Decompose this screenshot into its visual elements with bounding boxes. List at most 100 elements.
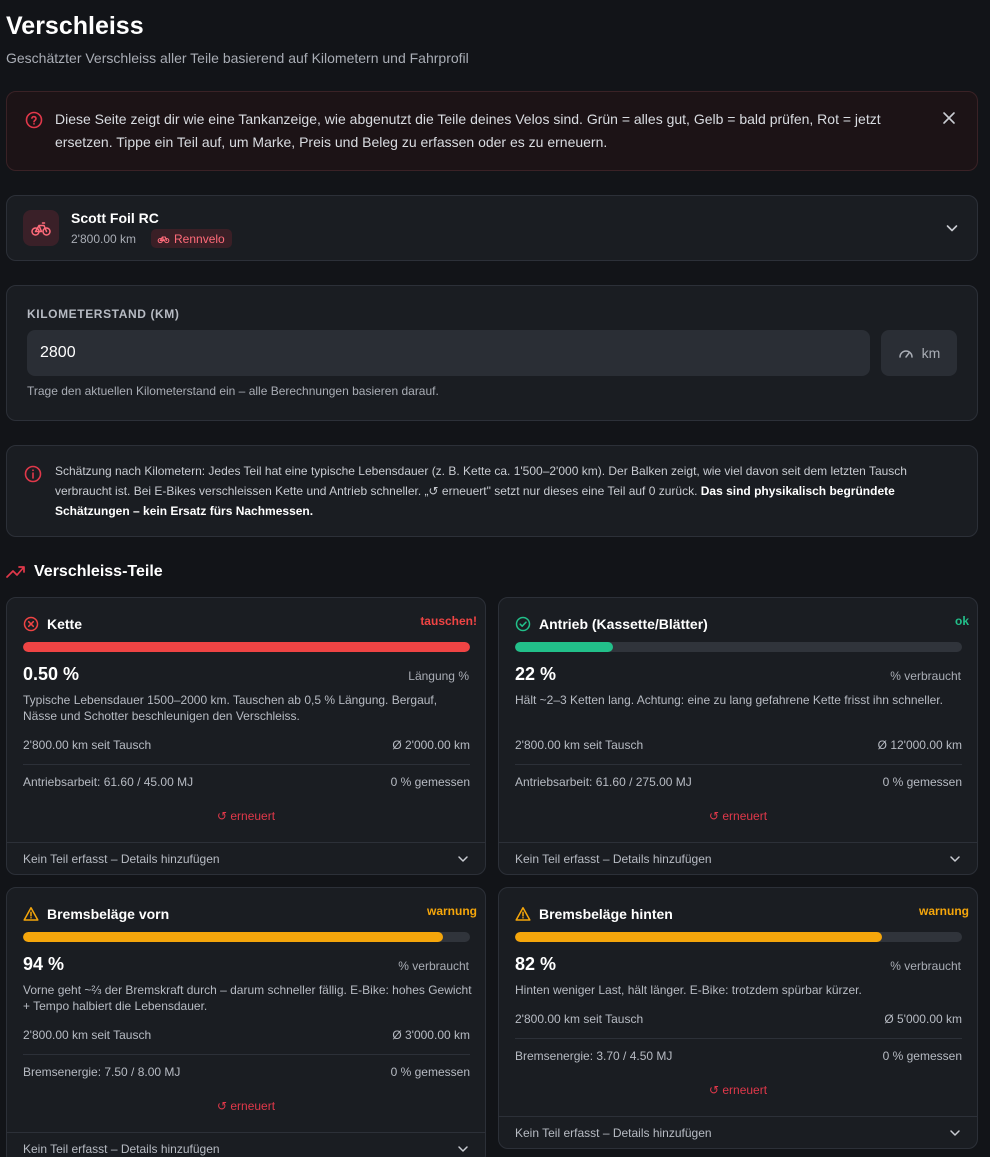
wear-unit: % verbraucht	[890, 669, 961, 683]
wear-bar-fill	[515, 932, 882, 942]
bike-avatar	[23, 210, 59, 246]
chevron-down-icon	[458, 1146, 468, 1152]
average-lifetime: Ø 2'000.00 km	[392, 738, 470, 752]
help-text: Diese Seite zeigt dir wie eine Tankanzei…	[55, 111, 881, 150]
odometer-card: KILOMETERSTAND (KM) km Trage den aktuell…	[6, 285, 978, 421]
km-since-row: 2'800.00 km seit Tausch Ø 12'000.00 km	[515, 738, 962, 752]
section-title-label: Verschleiss-Teile	[34, 563, 163, 580]
part-description: Typische Lebensdauer 1500–2000 km. Tausc…	[23, 693, 438, 723]
help-circle-icon	[25, 111, 43, 129]
part-card[interactable]: Bremsbeläge hinten warnung 82 % % verbrauch…	[498, 887, 978, 1149]
part-name: Bremsbeläge vorn	[47, 906, 170, 922]
wear-unit: % verbraucht	[890, 959, 961, 973]
wear-value: 82 %	[515, 954, 557, 974]
divider	[515, 764, 962, 765]
part-details-label: Kein Teil erfasst – Details hinzufügen	[515, 1126, 712, 1140]
part-name: Bremsbeläge hinten	[539, 906, 673, 922]
wear-unit: % verbraucht	[398, 959, 469, 973]
odometer-input[interactable]	[27, 330, 870, 376]
energy-row: Bremsenergie: 7.50 / 8.00 MJ 0 % gemessen	[23, 1065, 470, 1079]
x-circle-icon	[23, 616, 39, 632]
km-since-row: 2'800.00 km seit Tausch Ø 2'000.00 km	[23, 738, 470, 752]
status-badge: ok	[954, 614, 969, 628]
bicycle-icon	[31, 222, 51, 236]
wear-bar-fill	[515, 642, 614, 652]
trending-up-icon	[6, 566, 25, 578]
renew-button[interactable]: ↺ erneuert	[709, 1083, 767, 1097]
km-since-replacement: 2'800.00 km seit Tausch	[23, 738, 152, 752]
warning-triangle-icon	[515, 907, 531, 921]
wear-bar	[515, 642, 962, 652]
wear-value: 94 %	[23, 954, 65, 974]
odometer-unit-button[interactable]: km	[881, 330, 957, 376]
average-lifetime: Ø 3'000.00 km	[392, 1028, 470, 1042]
renew-label: erneuert	[230, 809, 276, 823]
wear-bar	[515, 932, 962, 942]
close-icon[interactable]	[941, 110, 957, 126]
renew-button[interactable]: ↺ erneuert	[217, 1099, 275, 1113]
wear-bar	[23, 642, 470, 652]
page-title: Verschleiss	[6, 12, 144, 40]
chevron-down-icon	[946, 225, 958, 232]
wear-bar-fill	[23, 932, 444, 942]
energy-value: Antriebsarbeit: 61.60 / 45.00 MJ	[23, 775, 194, 789]
part-details-toggle[interactable]: Kein Teil erfasst – Details hinzufügen	[499, 1116, 977, 1148]
renew-row: ↺ erneuert	[7, 1099, 485, 1113]
energy-value: Bremsenergie: 3.70 / 4.50 MJ	[515, 1049, 673, 1063]
part-description: Hinten weniger Last, hält länger. E-Bike…	[515, 983, 862, 997]
wear-bar-fill	[23, 642, 470, 652]
wear-unit: Längung %	[408, 669, 469, 683]
status-badge: warnung	[919, 904, 969, 918]
km-since-row: 2'800.00 km seit Tausch Ø 5'000.00 km	[515, 1012, 962, 1026]
renew-button[interactable]: ↺ erneuert	[217, 809, 275, 823]
bike-name: Scott Foil RC	[71, 210, 159, 226]
odometer-label: KILOMETERSTAND (KM)	[27, 307, 180, 321]
wear-value: 22 %	[515, 664, 557, 684]
part-details-toggle[interactable]: Kein Teil erfasst – Details hinzufügen	[7, 842, 485, 874]
km-since-replacement: 2'800.00 km seit Tausch	[23, 1028, 152, 1042]
renew-row: ↺ erneuert	[499, 1083, 977, 1097]
measured-value: 0 % gemessen	[390, 1065, 470, 1079]
energy-value: Antriebsarbeit: 61.60 / 275.00 MJ	[515, 775, 692, 789]
measured-value: 0 % gemessen	[882, 775, 962, 789]
bike-km: 2'800.00 km	[71, 232, 136, 246]
gauge-icon	[898, 350, 913, 358]
status-badge: warnung	[427, 904, 477, 918]
renew-label: erneuert	[722, 809, 768, 823]
part-card[interactable]: Kette tauschen! 0.50 % Längung % Typische Le…	[6, 597, 486, 875]
energy-row: Bremsenergie: 3.70 / 4.50 MJ 0 % gemessen	[515, 1049, 962, 1063]
bicycle-icon	[157, 236, 170, 244]
part-details-label: Kein Teil erfasst – Details hinzufügen	[23, 852, 220, 866]
chevron-down-icon	[950, 1130, 960, 1136]
part-card[interactable]: Bremsbeläge vorn warnung 94 % % verbraucht V…	[6, 887, 486, 1157]
part-description: Vorne geht ~⅔ der Bremskraft durch – dar…	[23, 983, 472, 1013]
part-details-toggle[interactable]: Kein Teil erfasst – Details hinzufügen	[499, 842, 977, 874]
divider	[515, 1038, 962, 1039]
renew-row: ↺ erneuert	[7, 809, 485, 823]
part-name: Antrieb (Kassette/Blätter)	[539, 616, 708, 632]
part-details-label: Kein Teil erfasst – Details hinzufügen	[515, 852, 712, 866]
info-text: Schätzung nach Kilometern: Jedes Teil ha…	[55, 461, 935, 521]
part-details-label: Kein Teil erfasst – Details hinzufügen	[23, 1142, 220, 1156]
wear-value: 0.50 %	[23, 664, 80, 684]
divider	[23, 1054, 470, 1055]
average-lifetime: Ø 12'000.00 km	[877, 738, 962, 752]
info-icon	[24, 465, 42, 483]
warning-triangle-icon	[23, 907, 39, 921]
energy-row: Antriebsarbeit: 61.60 / 275.00 MJ 0 % gem…	[515, 775, 962, 789]
part-card[interactable]: Antrieb (Kassette/Blätter) ok 22 % % verbra…	[498, 597, 978, 875]
bike-selector[interactable]: Scott Foil RC 2'800.00 km Rennvelo	[6, 195, 978, 261]
part-details-toggle[interactable]: Kein Teil erfasst – Details hinzufügen	[7, 1132, 485, 1157]
renew-button[interactable]: ↺ erneuert	[709, 809, 767, 823]
check-circle-icon	[515, 616, 531, 632]
average-lifetime: Ø 5'000.00 km	[884, 1012, 962, 1026]
bike-type-label: Rennvelo	[174, 231, 225, 246]
renew-label: erneuert	[230, 1099, 276, 1113]
page-subtitle: Geschätzter Verschleiss aller Teile basi…	[6, 50, 469, 66]
odometer-hint: Trage den aktuellen Kilometerstand ein –…	[27, 384, 439, 398]
part-description: Hält ~2–3 Ketten lang. Achtung: eine zu …	[515, 693, 943, 707]
km-since-replacement: 2'800.00 km seit Tausch	[515, 1012, 644, 1026]
renew-row: ↺ erneuert	[499, 809, 977, 823]
km-since-replacement: 2'800.00 km seit Tausch	[515, 738, 644, 752]
status-badge: tauschen!	[420, 614, 477, 628]
